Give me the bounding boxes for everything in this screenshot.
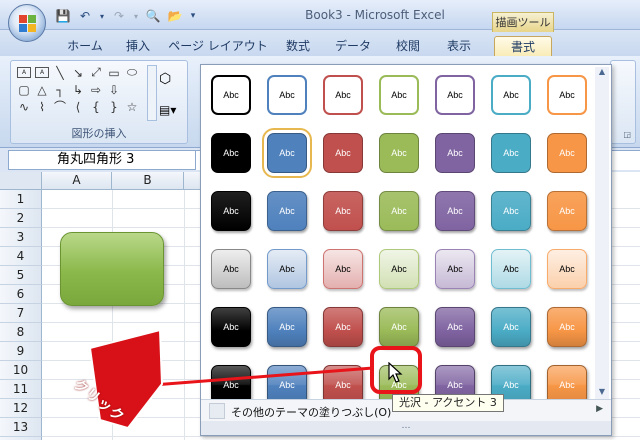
double-arrow-line-shape-icon[interactable]: ⤢ (88, 65, 104, 80)
textbox-button-icon[interactable]: ▤▾ (159, 103, 183, 123)
row-header[interactable]: 8 (0, 323, 42, 342)
oval-shape-icon[interactable]: ⬭ (124, 65, 140, 80)
tab-formulas[interactable]: 数式 (278, 36, 318, 56)
edit-shape-icon[interactable]: ⬡ (159, 71, 183, 91)
mouse-pointer-icon (388, 362, 403, 383)
right-brace-shape-icon[interactable]: } (106, 99, 122, 114)
drawing-tools-context-label: 描画ツール (492, 12, 554, 32)
tab-data[interactable]: データ (328, 36, 378, 56)
arc-shape-icon[interactable]: ⌒ (52, 99, 68, 114)
star-shape-icon[interactable]: ☆ (124, 99, 140, 114)
shape-gallery: A A ╲ ↘ ⤢ ▭ ⬭ ▢ △ ┐ ↳ ⇨ ⇩ . ∿ ⌇ ⌒ ⟨ { } … (16, 65, 146, 114)
style-swatch-fill-bevel-1[interactable]: Abc (211, 191, 251, 231)
office-button[interactable] (8, 4, 46, 42)
scroll-down-icon[interactable]: ▼ (595, 387, 609, 399)
tab-view[interactable]: 表示 (438, 36, 480, 56)
style-swatch-fill-dark-1[interactable]: Abc (211, 133, 251, 173)
style-swatch-fill-bevel-4[interactable]: Abc (379, 191, 419, 231)
row-header[interactable]: 9 (0, 342, 42, 361)
style-swatch-light-gradient-7[interactable]: Abc (547, 249, 587, 289)
style-swatch-fill-dark-3[interactable]: Abc (323, 133, 363, 173)
tab-insert[interactable]: 挿入 (118, 36, 158, 56)
left-brace-shape-icon[interactable]: ⟨ (70, 99, 86, 114)
style-swatch-fill-dark-4[interactable]: Abc (379, 133, 419, 173)
tab-review[interactable]: 校閲 (388, 36, 428, 56)
style-swatch-outline-6[interactable]: Abc (491, 75, 531, 115)
style-swatch-fill-dark-5[interactable]: Abc (435, 133, 475, 173)
triangle-shape-icon[interactable]: △ (34, 82, 50, 97)
row-header[interactable]: 6 (0, 285, 42, 304)
row-header[interactable]: 4 (0, 247, 42, 266)
tab-home[interactable]: ホーム (58, 36, 112, 56)
textbox-shape-icon[interactable]: A (17, 67, 31, 78)
style-swatch-light-gradient-3[interactable]: Abc (323, 249, 363, 289)
style-swatch-light-gradient-2[interactable]: Abc (267, 249, 307, 289)
row-header[interactable]: 13 (0, 418, 42, 437)
scroll-up-icon[interactable]: ▲ (595, 67, 609, 79)
rectangle-shape-icon[interactable]: ▭ (106, 65, 122, 80)
vertical-textbox-shape-icon[interactable]: A (35, 67, 49, 78)
ribbon-tabs: ホーム 挿入 ページ レイアウト 数式 データ 校閲 表示 書式 (0, 30, 640, 56)
style-swatch-outline-2[interactable]: Abc (267, 75, 307, 115)
select-all-corner[interactable] (0, 172, 42, 190)
insert-shapes-group: A A ╲ ↘ ⤢ ▭ ⬭ ▢ △ ┐ ↳ ⇨ ⇩ . ∿ ⌇ ⌒ ⟨ { } … (10, 60, 188, 144)
style-swatch-fill-bevel-2[interactable]: Abc (267, 191, 307, 231)
elbow-connector-shape-icon[interactable]: ┐ (52, 82, 68, 97)
ribbon-right-group: ◲ (610, 60, 636, 144)
style-swatch-outline-1[interactable]: Abc (211, 75, 251, 115)
style-swatch-intense-5[interactable]: Abc (435, 307, 475, 347)
name-box[interactable]: 角丸四角形 3 (8, 150, 196, 170)
row-header[interactable]: 12 (0, 399, 42, 418)
row-header[interactable]: 2 (0, 209, 42, 228)
style-swatch-fill-dark-7[interactable]: Abc (547, 133, 587, 173)
gallery-scrollbar[interactable]: ▲ ▼ (595, 67, 609, 399)
curve-shape-icon[interactable]: ∿ (16, 99, 32, 114)
left-bracket-shape-icon[interactable]: { (88, 99, 104, 114)
column-header-a[interactable]: A (42, 172, 112, 190)
row-header[interactable]: 7 (0, 304, 42, 323)
style-swatch-light-gradient-6[interactable]: Abc (491, 249, 531, 289)
arrow-line-shape-icon[interactable]: ↘ (70, 65, 86, 80)
style-swatch-outline-5[interactable]: Abc (435, 75, 475, 115)
style-swatch-fill-bevel-5[interactable]: Abc (435, 191, 475, 231)
style-swatch-outline-7[interactable]: Abc (547, 75, 587, 115)
style-swatch-fill-dark-2[interactable]: Abc (262, 128, 312, 178)
style-swatch-light-gradient-4[interactable]: Abc (379, 249, 419, 289)
down-arrow-shape-icon[interactable]: ⇩ (106, 82, 122, 97)
row-header[interactable]: 1 (0, 190, 42, 209)
style-swatch-outline-3[interactable]: Abc (323, 75, 363, 115)
shape-gallery-scrollbar[interactable] (147, 65, 157, 121)
freeform-shape-icon[interactable]: ⌇ (34, 99, 50, 114)
style-swatch-intense-7[interactable]: Abc (547, 307, 587, 347)
row-header[interactable]: 11 (0, 380, 42, 399)
style-swatch-fill-bevel-7[interactable]: Abc (547, 191, 587, 231)
callout-line (139, 366, 374, 388)
rounded-rectangle-shape[interactable] (60, 232, 164, 306)
elbow-arrow-connector-shape-icon[interactable]: ↳ (70, 82, 86, 97)
style-swatch-light-gradient-1[interactable]: Abc (211, 249, 251, 289)
office-logo-icon (19, 15, 37, 33)
row-header[interactable]: 3 (0, 228, 42, 247)
submenu-arrow-icon: ▶ (596, 404, 603, 414)
dialog-launcher-icon[interactable]: ◲ (623, 130, 631, 139)
insert-shapes-group-label: 図形の挿入 (71, 127, 127, 140)
style-tooltip: 光沢 - アクセント 3 (392, 394, 504, 412)
right-arrow-shape-icon[interactable]: ⇨ (88, 82, 104, 97)
style-swatch-fill-bevel-6[interactable]: Abc (491, 191, 531, 231)
column-header-b[interactable]: B (112, 172, 184, 190)
tab-format[interactable]: 書式 (494, 36, 552, 56)
row-header[interactable]: 5 (0, 266, 42, 285)
style-swatch-light-gradient-5[interactable]: Abc (435, 249, 475, 289)
style-swatch-fill-bevel-3[interactable]: Abc (323, 191, 363, 231)
style-swatch-fill-dark-6[interactable]: Abc (491, 133, 531, 173)
rounded-rectangle-shape-icon[interactable]: ▢ (16, 82, 32, 97)
style-swatch-intense-6[interactable]: Abc (491, 307, 531, 347)
style-swatch-outline-4[interactable]: Abc (379, 75, 419, 115)
row-header[interactable]: 10 (0, 361, 42, 380)
tab-page-layout[interactable]: ページ レイアウト (168, 36, 268, 56)
line-shape-icon[interactable]: ╲ (52, 65, 68, 80)
